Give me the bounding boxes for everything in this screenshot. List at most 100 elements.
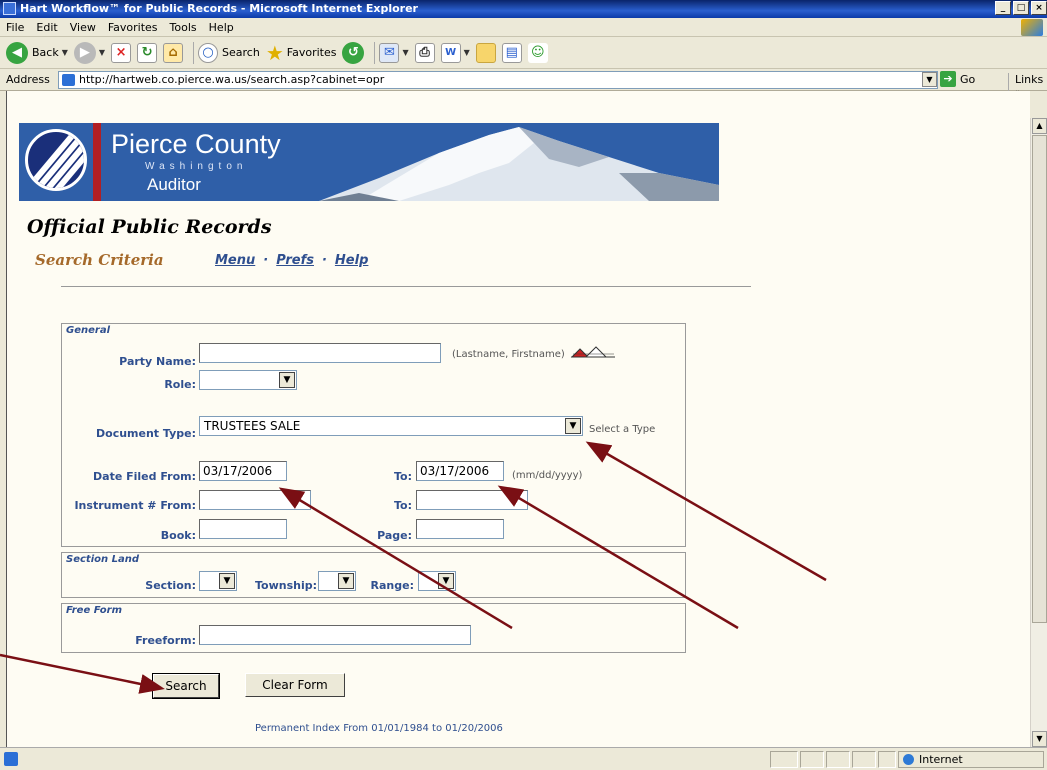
menu-link[interactable]: Menu <box>215 253 255 268</box>
township-select[interactable]: ▼ <box>318 571 356 591</box>
history-button[interactable]: ↺ <box>342 41 365 64</box>
menu-favorites[interactable]: Favorites <box>108 21 158 34</box>
role-select[interactable]: ▼ <box>199 370 297 390</box>
search-icon: ○ <box>198 42 219 63</box>
url-field[interactable]: http://hartweb.co.pierce.wa.us/search.as… <box>58 71 938 89</box>
document-type-value: TRUSTEES SALE <box>204 419 301 433</box>
security-zone: Internet <box>898 751 1044 768</box>
page-nav: Menu · Prefs · Help <box>215 253 369 268</box>
menu-tools[interactable]: Tools <box>170 21 197 34</box>
status-bar: Internet <box>0 747 1047 770</box>
messenger-button[interactable]: ☺ <box>527 42 548 63</box>
menu-view[interactable]: View <box>70 21 96 34</box>
folder-button[interactable] <box>475 42 496 63</box>
windows-logo-icon <box>1021 19 1043 36</box>
toolbar-separator <box>193 41 195 64</box>
history-icon: ↺ <box>342 41 365 64</box>
date-from-input[interactable]: 03/17/2006 <box>199 461 287 481</box>
window-title: Hart Workflow™ for Public Records - Micr… <box>20 2 418 15</box>
freeform-input[interactable] <box>199 625 471 645</box>
banner-office: Auditor <box>147 175 201 194</box>
page-viewport: Pierce County Washington Auditor Officia… <box>6 91 1030 747</box>
book-input[interactable] <box>199 519 287 539</box>
menu-edit[interactable]: Edit <box>36 21 57 34</box>
menu-bar: File Edit View Favorites Tools Help <box>0 18 1047 37</box>
section-select[interactable]: ▼ <box>199 571 237 591</box>
mail-button[interactable]: ✉ ▼ <box>379 42 409 63</box>
chevron-down-icon: ▼ <box>438 573 454 589</box>
go-arrow-icon: ➔ <box>940 71 956 87</box>
print-button[interactable]: ⎙ <box>414 42 435 63</box>
role-label: Role: <box>164 378 196 391</box>
date-to-label: To: <box>394 470 412 483</box>
general-section-title: General <box>66 325 110 336</box>
name-search-icon[interactable] <box>570 345 616 359</box>
chevron-down-icon: ▼ <box>61 48 68 57</box>
favorites-label: Favorites <box>286 46 337 59</box>
menu-file[interactable]: File <box>6 21 24 34</box>
stop-button[interactable]: × <box>111 42 132 63</box>
search-label: Search <box>222 46 260 59</box>
forward-arrow-icon: ▶ <box>73 41 96 64</box>
menu-help[interactable]: Help <box>209 21 234 34</box>
page-subtitle: Search Criteria <box>35 251 164 269</box>
edit-button[interactable]: W ▼ <box>440 42 470 63</box>
forward-button[interactable]: ▶ ▼ <box>73 41 105 64</box>
chevron-down-icon: ▼ <box>463 48 470 57</box>
date-to-input[interactable]: 03/17/2006 <box>416 461 504 481</box>
toolbar-separator <box>374 41 376 64</box>
scroll-down-icon[interactable]: ▼ <box>1032 731 1047 747</box>
clear-form-button[interactable]: Clear Form <box>245 673 345 697</box>
home-button[interactable]: ⌂ <box>163 42 184 63</box>
date-from-label: Date Filed From: <box>93 470 196 483</box>
instrument-to-input[interactable] <box>416 490 528 510</box>
instrument-from-label: Instrument # From: <box>74 499 196 512</box>
maximize-button[interactable]: □ <box>1013 1 1029 15</box>
status-cell <box>878 751 896 768</box>
url-text: http://hartweb.co.pierce.wa.us/search.as… <box>79 73 385 86</box>
vertical-scrollbar[interactable]: ▲ ▼ <box>1030 118 1047 747</box>
scroll-thumb[interactable] <box>1032 135 1047 623</box>
banner-state: Washington <box>145 161 248 172</box>
back-arrow-icon: ◀ <box>6 41 28 64</box>
instrument-from-input[interactable] <box>199 490 311 510</box>
standard-toolbar: ◀ Back ▼ ▶ ▼ × ↻ ⌂ ○ Search ★ Favorites … <box>0 37 1047 69</box>
minimize-button[interactable]: _ <box>995 1 1011 15</box>
index-range-note: Permanent Index From 01/01/1984 to 01/20… <box>255 723 503 734</box>
chevron-down-icon: ▼ <box>402 48 409 57</box>
address-bar: Address http://hartweb.co.pierce.wa.us/s… <box>0 69 1047 99</box>
search-button[interactable]: Search <box>152 673 220 699</box>
pierce-county-banner: Pierce County Washington Auditor <box>19 123 719 201</box>
instrument-to-label: To: <box>394 499 412 512</box>
chevron-down-icon: ▼ <box>338 573 354 589</box>
refresh-button[interactable]: ↻ <box>137 42 158 63</box>
window-titlebar: Hart Workflow™ for Public Records - Micr… <box>0 0 1047 18</box>
status-cell <box>770 751 798 768</box>
help-link[interactable]: Help <box>335 253 368 268</box>
banner-red-bar <box>93 123 101 201</box>
document-type-select[interactable]: TRUSTEES SALE ▼ <box>199 416 583 436</box>
print-icon: ⎙ <box>414 42 435 63</box>
research-button[interactable]: ▤ <box>501 42 522 63</box>
free-form-title: Free Form <box>66 605 122 616</box>
section-land-section: Section Land Section: ▼ Township: ▼ Rang… <box>61 552 686 598</box>
prefs-link[interactable]: Prefs <box>276 253 314 268</box>
scroll-up-icon[interactable]: ▲ <box>1032 118 1047 134</box>
star-icon: ★ <box>265 40 284 65</box>
status-cell <box>826 751 850 768</box>
back-button[interactable]: ◀ Back ▼ <box>6 41 68 64</box>
search-button-toolbar[interactable]: ○ Search <box>198 42 260 63</box>
chevron-down-icon: ▼ <box>565 418 581 434</box>
page-input[interactable] <box>416 519 504 539</box>
range-select[interactable]: ▼ <box>418 571 456 591</box>
party-name-hint: (Lastname, Firstname) <box>452 349 565 360</box>
document-type-label: Document Type: <box>96 427 196 440</box>
address-dropdown-button[interactable]: ▼ <box>922 72 937 87</box>
chevron-down-icon: ▼ <box>279 372 295 388</box>
close-button[interactable]: × <box>1031 1 1047 15</box>
banner-title: Pierce County <box>111 129 281 159</box>
go-button[interactable]: ➔ Go <box>940 71 975 87</box>
free-form-section: Free Form Freeform: <box>61 603 686 653</box>
favorites-button[interactable]: ★ Favorites <box>266 41 337 65</box>
party-name-input[interactable] <box>199 343 441 363</box>
